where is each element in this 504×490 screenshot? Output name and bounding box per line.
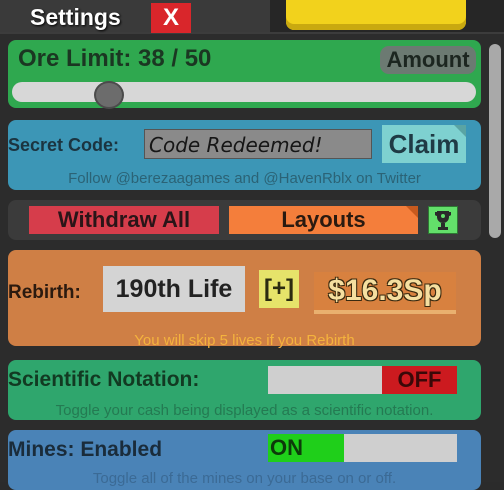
secret-code-input[interactable]: Code Redeemed! xyxy=(144,129,372,159)
scientific-notation-label: Scientific Notation: xyxy=(8,368,200,391)
amount-button[interactable]: Amount xyxy=(380,46,476,74)
mines-label: Mines: Enabled xyxy=(8,438,163,461)
ore-limit-card: Ore Limit: 38 / 50 Amount xyxy=(8,40,481,109)
rebirth-note: You will skip 5 lives if you Rebirth xyxy=(134,332,355,349)
rebirth-button[interactable]: $16.3Sp xyxy=(314,272,456,314)
scientific-notation-card: Scientific Notation: OFF Toggle your cas… xyxy=(8,360,481,420)
layouts-corner-decoration xyxy=(406,206,418,218)
title-bar: Settings X xyxy=(0,0,200,38)
scene-yellow-object xyxy=(286,0,466,30)
scientific-notation-toggle-state[interactable]: OFF xyxy=(382,366,457,394)
layouts-button[interactable]: Layouts xyxy=(229,206,418,234)
ore-limit-label: Ore Limit: 38 / 50 xyxy=(18,45,212,72)
secret-code-card: Secret Code: Code Redeemed! Claim Follow… xyxy=(8,120,481,190)
trophy-button[interactable] xyxy=(428,206,458,234)
mines-card: Mines: Enabled ON Toggle all of the mine… xyxy=(8,430,481,490)
window-title: Settings xyxy=(30,4,121,30)
secret-code-label: Secret Code: xyxy=(8,135,120,155)
close-button[interactable]: X xyxy=(151,3,191,33)
mines-toggle-state[interactable]: ON xyxy=(268,434,344,462)
scientific-notation-note: Toggle your cash being displayed as a sc… xyxy=(55,402,434,419)
withdraw-all-button[interactable]: Withdraw All xyxy=(29,206,219,234)
current-life: 190th Life xyxy=(103,266,245,312)
rebirth-card: Rebirth: 190th Life [+] $16.3Sp You will… xyxy=(8,250,481,349)
rebirth-label: Rebirth: xyxy=(8,282,81,303)
rebirth-plus-button[interactable]: [+] xyxy=(259,270,299,308)
scrollbar[interactable] xyxy=(489,44,501,238)
trophy-icon xyxy=(435,211,451,230)
actions-card: Withdraw All Layouts xyxy=(8,200,481,240)
claim-corner-decoration xyxy=(454,125,466,137)
ore-limit-slider-knob[interactable] xyxy=(94,81,124,109)
secret-code-info: Follow @berezaagames and @HavenRblx on T… xyxy=(68,170,421,187)
ore-limit-slider[interactable] xyxy=(12,82,476,102)
mines-note: Toggle all of the mines on your base on … xyxy=(92,470,397,487)
